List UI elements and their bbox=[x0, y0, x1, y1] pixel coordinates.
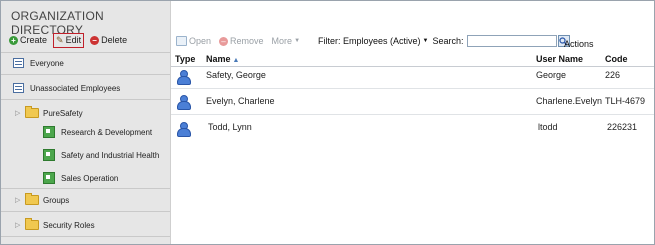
sidebar-toolbar: + Create ✎ Edit – Delete bbox=[7, 32, 129, 48]
sidebar-item-puresafety[interactable]: ▷ PureSafety bbox=[1, 104, 170, 122]
minus-icon: – bbox=[90, 35, 100, 45]
org-unit-icon bbox=[43, 172, 55, 184]
column-header-code[interactable]: Code bbox=[605, 54, 628, 64]
row-code: TLH-4679 bbox=[605, 96, 646, 106]
main-panel: Open – Remove More ▼ Filter: Employees (… bbox=[171, 1, 654, 244]
filter-dropdown[interactable]: Filter: Employees (Active) ▼ bbox=[318, 36, 428, 46]
sidebar-item-label: Research & Development bbox=[61, 127, 153, 137]
edit-label: Edit bbox=[65, 35, 82, 45]
table-row[interactable]: Safety, George George 226 bbox=[171, 67, 654, 89]
user-icon bbox=[176, 95, 191, 110]
search-label: Search: bbox=[432, 36, 464, 46]
row-name: Todd, Lynn bbox=[208, 122, 252, 132]
column-header-type[interactable]: Type bbox=[175, 54, 195, 64]
chevron-down-icon: ▼ bbox=[294, 38, 301, 44]
organization-directory-window: ORGANIZATION DIRECTORY + Create ✎ Edit –… bbox=[0, 0, 655, 245]
list-icon bbox=[13, 83, 24, 93]
sidebar-item-unassociated-employees[interactable]: Unassociated Employees bbox=[1, 79, 170, 97]
divider bbox=[1, 211, 170, 212]
org-unit-icon bbox=[43, 126, 55, 138]
sidebar: ORGANIZATION DIRECTORY + Create ✎ Edit –… bbox=[1, 1, 171, 244]
open-label: Open bbox=[189, 36, 212, 46]
pencil-icon: ✎ bbox=[56, 34, 64, 45]
sort-ascending-icon: ▲ bbox=[232, 57, 240, 64]
table-row[interactable]: Evelyn, Charlene Charlene.Evelyn TLH-467… bbox=[171, 91, 654, 113]
sidebar-item-label: PureSafety bbox=[43, 108, 83, 118]
sidebar-item-label: Sales Operation bbox=[61, 173, 119, 183]
table-header: Type Name ▲ User Name Code bbox=[171, 52, 654, 66]
actions-label: Actions bbox=[564, 39, 594, 49]
row-divider bbox=[171, 88, 654, 89]
divider bbox=[1, 99, 170, 100]
column-header-username[interactable]: User Name bbox=[536, 54, 583, 64]
delete-button[interactable]: – Delete bbox=[88, 33, 129, 47]
open-button[interactable]: Open bbox=[176, 36, 211, 46]
chevron-down-icon: ▼ bbox=[422, 38, 429, 44]
org-unit-icon bbox=[43, 149, 55, 161]
expand-caret-icon[interactable]: ▷ bbox=[15, 221, 23, 229]
remove-icon: – bbox=[219, 36, 229, 46]
divider bbox=[1, 74, 170, 75]
create-button[interactable]: + Create bbox=[7, 33, 49, 47]
row-username: George bbox=[536, 70, 567, 80]
column-header-name-label: Name bbox=[206, 54, 231, 64]
more-menu[interactable]: More ▼ bbox=[272, 36, 300, 46]
folder-icon bbox=[25, 218, 39, 230]
row-username: Charlene.Evelyn bbox=[536, 96, 603, 106]
sidebar-item-label: Unassociated Employees bbox=[30, 83, 121, 93]
row-name: Safety, George bbox=[206, 70, 266, 80]
expand-caret-icon[interactable]: ▷ bbox=[15, 109, 23, 117]
row-username: ltodd bbox=[538, 122, 558, 132]
folder-icon bbox=[25, 106, 39, 118]
search-input[interactable] bbox=[466, 35, 557, 47]
create-label: Create bbox=[20, 35, 48, 45]
column-header-name[interactable]: Name ▲ bbox=[206, 54, 239, 64]
sidebar-item-label: Everyone bbox=[30, 58, 64, 68]
sidebar-item-security-roles[interactable]: ▷ Security Roles bbox=[1, 216, 170, 234]
filter-label: Filter: Employees (Active) bbox=[318, 36, 421, 46]
row-code: 226 bbox=[605, 70, 621, 80]
sidebar-item-everyone[interactable]: Everyone bbox=[1, 54, 170, 72]
table-row[interactable]: Todd, Lynn ltodd 226231 bbox=[171, 117, 654, 139]
divider bbox=[1, 188, 170, 189]
divider bbox=[1, 52, 170, 53]
row-divider bbox=[171, 114, 654, 115]
expand-caret-icon[interactable]: ▷ bbox=[15, 196, 23, 204]
plus-icon: + bbox=[9, 35, 18, 45]
row-code: 226231 bbox=[607, 122, 638, 132]
row-name: Evelyn, Charlene bbox=[206, 96, 275, 106]
folder-icon bbox=[25, 193, 39, 205]
open-icon bbox=[176, 36, 187, 46]
sidebar-item-sales-operation[interactable]: Sales Operation bbox=[1, 169, 170, 187]
divider bbox=[1, 236, 170, 237]
remove-label: Remove bbox=[230, 36, 264, 46]
sidebar-item-label: Safety and Industrial Health bbox=[61, 150, 160, 160]
sidebar-item-label: Security Roles bbox=[43, 220, 95, 230]
sidebar-item-research-development[interactable]: Research & Development bbox=[1, 123, 170, 141]
delete-label: Delete bbox=[101, 35, 128, 45]
list-icon bbox=[13, 58, 24, 68]
user-icon bbox=[176, 122, 191, 137]
user-icon bbox=[176, 70, 191, 85]
sidebar-item-label: Groups bbox=[43, 195, 70, 205]
more-label: More bbox=[271, 36, 293, 46]
remove-button[interactable]: – Remove bbox=[219, 36, 264, 46]
edit-button[interactable]: ✎ Edit bbox=[53, 32, 85, 48]
sidebar-item-safety-industrial-health[interactable]: Safety and Industrial Health bbox=[1, 146, 170, 164]
sidebar-item-groups[interactable]: ▷ Groups bbox=[1, 191, 170, 209]
